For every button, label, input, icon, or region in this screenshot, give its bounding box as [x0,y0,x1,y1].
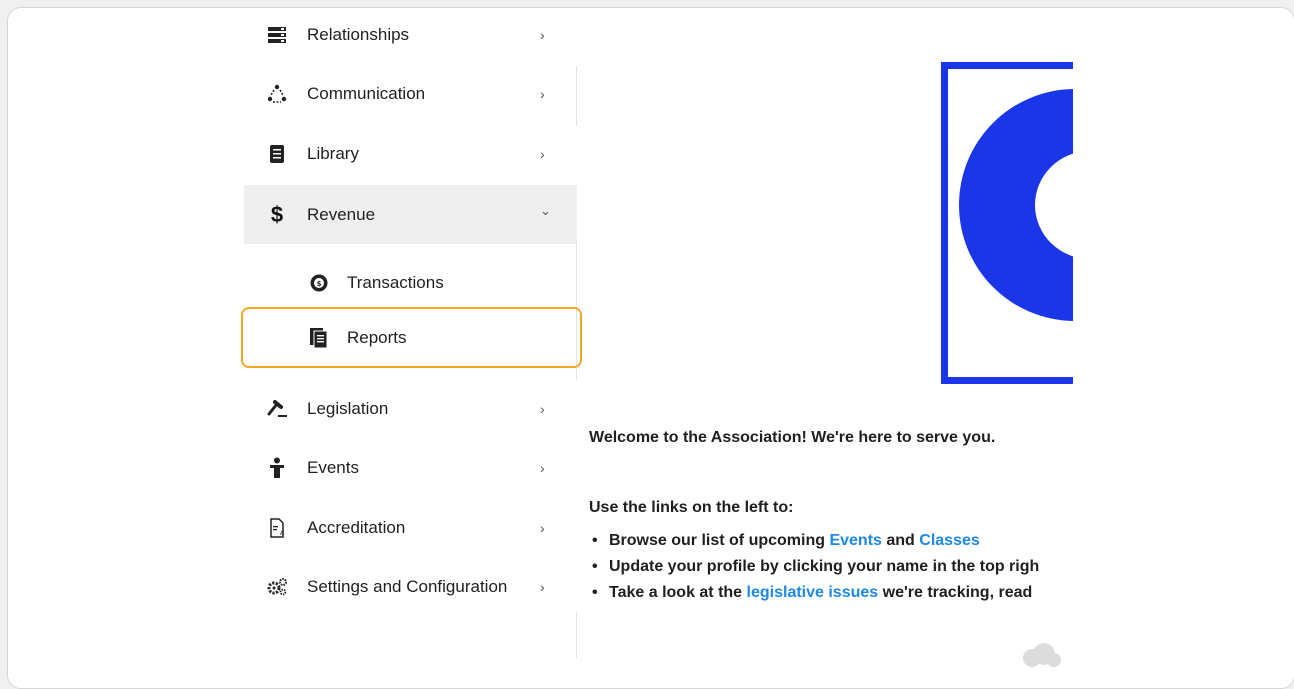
chevron-right-icon: › [540,459,545,476]
app-window: Relationships › Communication › Library … [7,7,1294,689]
chevron-right-icon: › [540,400,545,417]
main-content: Welcome to the Association! We're here t… [577,8,1073,688]
person-podium-icon [266,457,288,479]
gavel-icon [266,398,288,420]
svg-text:A: A [280,530,285,537]
instructions-heading: Use the links on the left to: [589,499,794,516]
chevron-right-icon: › [540,85,545,102]
list-item-text: we're tracking, read [878,584,1033,601]
list-item-text: Take a look at the [609,584,747,601]
sidebar-item-label: Communication [307,83,426,103]
sidebar-item-revenue[interactable]: $ Revenue ⌄ [244,185,577,244]
sidebar-subitem-transactions[interactable]: $ Transactions [244,258,577,308]
list-item-text: and [881,532,920,549]
list-item-text: Update your profile by clicking your nam… [609,558,1040,575]
list-item: Browse our list of upcoming Events and C… [589,528,1039,554]
document-icon [266,143,288,165]
sidebar-item-communication[interactable]: Communication › [244,64,577,123]
sidebar-item-label: Revenue [307,204,376,224]
events-link[interactable]: Events [829,532,881,549]
money-cycle-icon: $ [308,272,330,294]
chevron-right-icon: › [540,519,545,536]
chevron-right-icon: › [540,145,545,162]
instructions-list: Browse our list of upcoming Events and C… [589,528,1039,606]
classes-link[interactable]: Classes [919,532,980,549]
recycle-people-icon [266,83,288,105]
svg-text:$: $ [317,280,322,288]
chevron-right-icon: › [540,578,545,595]
sidebar-subitem-reports[interactable]: Reports [244,313,577,363]
sidebar-item-label: Legislation [307,398,389,418]
sidebar-item-label: Library [307,143,359,163]
sidebar-item-label: Relationships [307,24,410,44]
certificate-icon: A [266,517,288,539]
gears-icon [266,576,288,598]
legislative-issues-link[interactable]: legislative issues [747,584,879,601]
sidebar-item-label: Reports [347,328,407,347]
sidebar-item-relationships[interactable]: Relationships › [244,8,577,64]
report-pages-icon [308,327,330,349]
sidebar-item-label: Events [307,457,359,477]
sidebar-item-label: Transactions [347,273,444,292]
sidebar-item-accreditation[interactable]: A Accreditation › [244,498,577,557]
sidebar-item-library[interactable]: Library › [244,124,577,183]
chevron-right-icon: › [540,26,545,43]
list-item: Update your profile by clicking your nam… [589,554,1039,580]
list-item: Take a look at the legislative issues we… [589,580,1039,606]
welcome-message: Welcome to the Association! We're here t… [589,429,996,446]
sidebar-item-events[interactable]: Events › [244,438,577,497]
cloud-icon [1023,643,1061,667]
chevron-down-icon: ⌄ [540,202,551,218]
sidebar-item-legislation[interactable]: Legislation › [244,379,577,438]
sidebar-nav: Relationships › Communication › Library … [244,8,577,688]
sidebar-item-settings[interactable]: Settings and Configuration › [244,557,577,616]
dollar-icon: $ [270,201,284,227]
association-logo [941,62,1073,384]
sidebar-item-label: Settings and Configuration [307,576,508,596]
server-rack-icon [266,24,288,46]
list-item-text: Browse our list of upcoming [609,532,830,549]
sidebar-item-label: Accreditation [307,517,406,537]
